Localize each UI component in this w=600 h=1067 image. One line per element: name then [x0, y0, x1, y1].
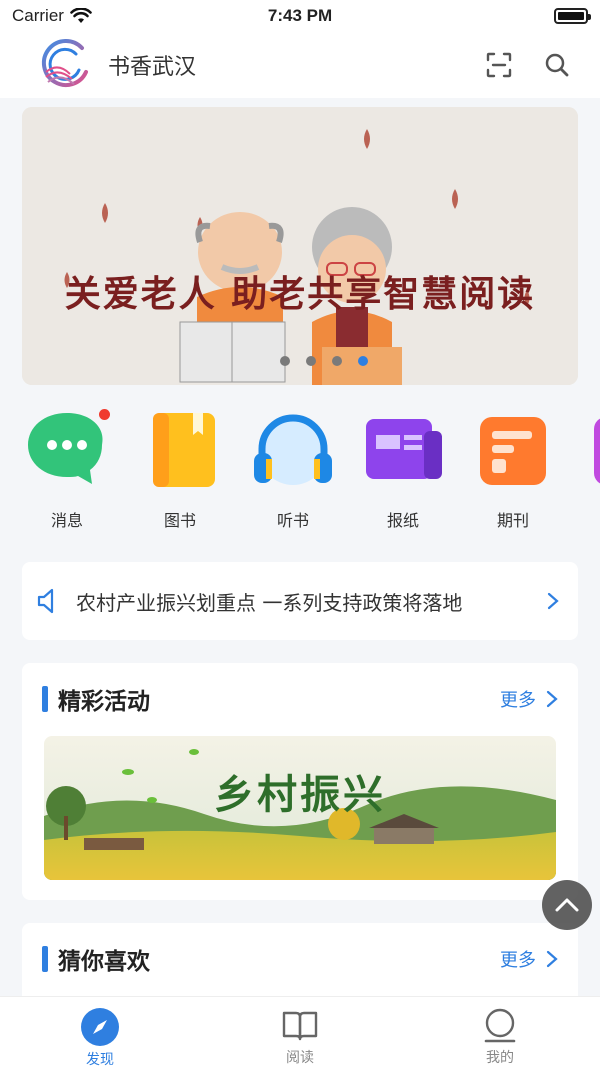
- quick-entries: 消息 图书 听书 报纸 期刊: [0, 405, 600, 535]
- speaker-icon: [37, 588, 54, 614]
- tab-reading[interactable]: 阅读: [200, 997, 400, 1067]
- news-ticker[interactable]: 农村产业振兴划重点 一系列支持政策将落地: [22, 562, 578, 640]
- chevron-right-icon: [546, 690, 558, 708]
- profile-icon: [480, 1007, 520, 1045]
- quick-entry-label: 消息: [50, 511, 83, 530]
- message-bubble-icon: [22, 405, 112, 495]
- tab-label: 我的: [486, 1050, 514, 1066]
- status-bar: Carrier 7:43 PM: [0, 0, 600, 32]
- banner-headline: 关爱老人 助老共享智慧阅读: [64, 273, 536, 315]
- banner-illustration: [22, 107, 578, 385]
- recommend-title: 猜你喜欢: [58, 949, 150, 975]
- app-title: 书香武汉: [108, 55, 197, 80]
- status-right: [554, 8, 591, 24]
- book-icon: [135, 405, 225, 495]
- activities-more-link[interactable]: 更多: [500, 686, 558, 712]
- quick-entry-label: 听书: [276, 511, 309, 530]
- activities-section: 精彩活动 更多 乡村振兴: [22, 663, 578, 900]
- tab-discover[interactable]: 发现: [0, 997, 200, 1067]
- compass-icon: [80, 1007, 120, 1047]
- section-marker: [42, 686, 48, 712]
- header-actions: [484, 50, 572, 80]
- carousel-dot[interactable]: [280, 356, 290, 366]
- encyclopedia-icon: [578, 405, 600, 495]
- journal-icon: [468, 405, 558, 495]
- carousel-dots: [280, 356, 368, 366]
- quick-entry-message[interactable]: 消息: [17, 405, 117, 531]
- scan-button[interactable]: [484, 50, 514, 80]
- message-badge: [99, 409, 110, 420]
- activity-banner-text: 乡村振兴: [214, 771, 386, 818]
- quick-entry-label: 报纸: [386, 511, 419, 530]
- quick-entry-encyclopedia[interactable]: 百: [573, 405, 600, 531]
- recommend-more-link[interactable]: 更多: [500, 946, 558, 972]
- battery-icon: [554, 8, 591, 24]
- news-ticker-text: 农村产业振兴划重点 一系列支持政策将落地: [76, 590, 463, 615]
- activities-title: 精彩活动: [58, 689, 150, 715]
- quick-entry-label: 图书: [163, 511, 196, 530]
- chevron-right-icon: [547, 592, 559, 610]
- section-marker: [42, 946, 48, 972]
- more-label: 更多: [500, 950, 536, 971]
- newspaper-icon: [358, 405, 448, 495]
- carousel-dot[interactable]: [306, 356, 316, 366]
- scan-icon: [486, 52, 512, 78]
- status-left: Carrier: [12, 6, 92, 26]
- recommend-header: 猜你喜欢 更多: [22, 923, 578, 995]
- activity-banner[interactable]: 乡村振兴: [44, 736, 556, 880]
- quick-entry-journals[interactable]: 期刊: [463, 405, 563, 531]
- chevron-up-icon: [555, 898, 579, 912]
- tab-profile[interactable]: 我的: [400, 997, 600, 1067]
- open-book-icon: [280, 1007, 320, 1045]
- app-header: 书香武汉: [0, 32, 600, 98]
- app-logo: [41, 39, 88, 87]
- headphones-icon: [248, 405, 338, 495]
- search-icon: [545, 53, 569, 77]
- search-button[interactable]: [542, 50, 572, 80]
- carrier-label: Carrier: [12, 6, 64, 25]
- carousel-dot[interactable]: [332, 356, 342, 366]
- back-to-top-button[interactable]: [542, 880, 592, 930]
- quick-entry-label: 百: [573, 507, 600, 531]
- quick-entry-label: 期刊: [496, 511, 529, 530]
- quick-entry-newspapers[interactable]: 报纸: [353, 405, 453, 531]
- activities-header: 精彩活动 更多: [22, 663, 578, 735]
- banner-carousel[interactable]: 关爱老人 助老共享智慧阅读: [22, 107, 578, 385]
- bottom-tab-bar: 发现 阅读 我的: [0, 996, 600, 1067]
- more-label: 更多: [500, 690, 536, 711]
- wifi-icon: [70, 8, 92, 23]
- carousel-dot-active[interactable]: [358, 356, 368, 366]
- quick-entry-audiobooks[interactable]: 听书: [243, 405, 343, 531]
- tab-label: 阅读: [286, 1050, 314, 1066]
- tab-label: 发现: [86, 1052, 114, 1067]
- chevron-right-icon: [546, 950, 558, 968]
- quick-entry-books[interactable]: 图书: [130, 405, 230, 531]
